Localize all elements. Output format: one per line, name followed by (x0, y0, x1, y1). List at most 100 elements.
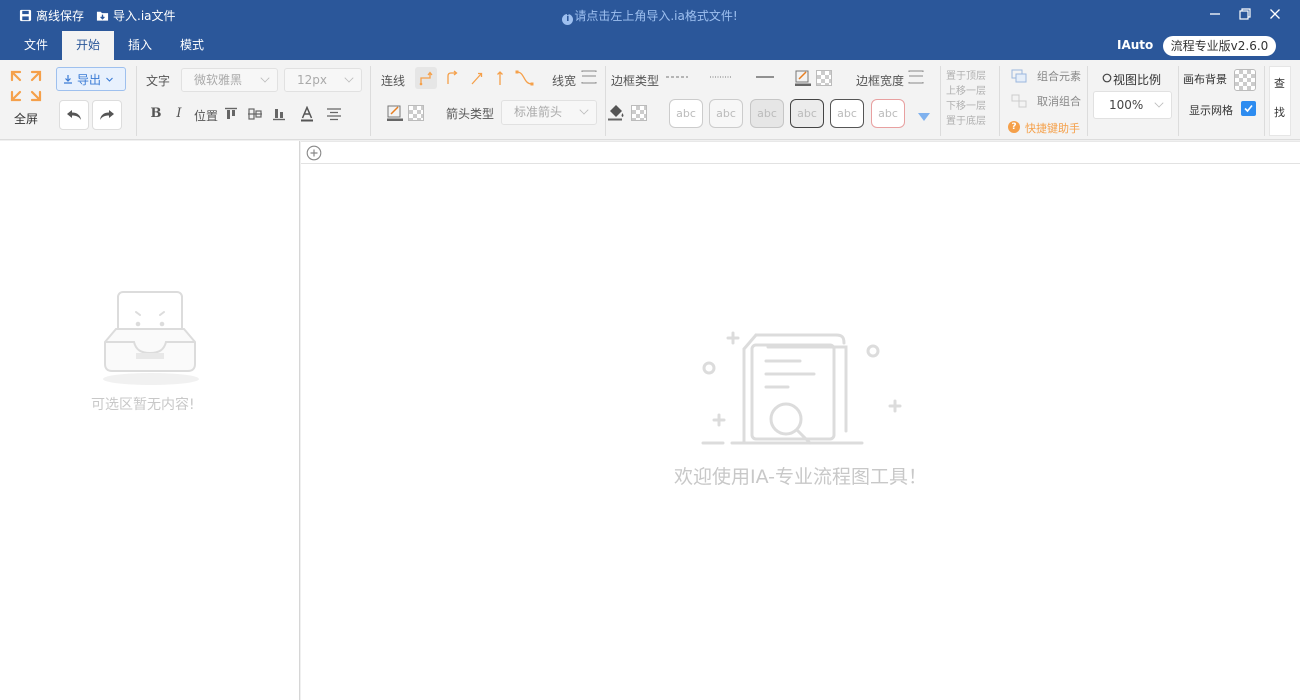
arrow-type-select[interactable]: 标准箭头 (501, 100, 597, 125)
zoom-select[interactable]: 100% (1093, 91, 1172, 119)
border-dotted-icon[interactable] (710, 70, 732, 84)
undo-button[interactable] (59, 100, 89, 130)
version-badge: 流程专业版v2.6.0 (1163, 36, 1276, 56)
style-preset-4[interactable]: abc (790, 99, 824, 128)
brand-name: IAuto (1117, 38, 1154, 52)
ribbon-toolbar: 全屏 导出 文字 微软雅黑 12px B I 位置 连线 线宽 箭头类型 标准箭… (0, 60, 1300, 140)
canvas-tab-bar (301, 141, 1300, 164)
text-align-icon[interactable] (325, 104, 343, 124)
ribbon-divider (136, 66, 137, 136)
welcome-text: 欢迎使用IA-专业流程图工具！ (673, 466, 928, 488)
align-top-icon[interactable] (222, 104, 240, 124)
move-up-button[interactable]: 上移一层 (946, 82, 986, 97)
minimize-icon (1210, 13, 1220, 15)
show-grid-label: 显示网格 (1189, 104, 1233, 117)
menu-bar: 文件 开始 插入 模式 IAuto 流程专业版v2.6.0 (0, 31, 1300, 60)
font-color-icon[interactable] (298, 104, 316, 124)
bold-icon[interactable]: B (148, 104, 164, 122)
chevron-down-icon (260, 73, 270, 83)
font-size-select[interactable]: 12px (284, 68, 362, 92)
redo-button[interactable] (92, 100, 122, 130)
triangle-down-icon (918, 113, 930, 121)
find-button[interactable]: 查 找 (1269, 66, 1291, 136)
shortcut-helper-link[interactable]: 快捷键助手 (1025, 120, 1080, 136)
connector-curve-icon[interactable] (513, 67, 537, 89)
welcome-document-icon (701, 331, 902, 445)
tab-mode[interactable]: 模式 (168, 31, 216, 60)
tab-file[interactable]: 文件 (12, 31, 60, 60)
border-color-swatch[interactable] (816, 70, 832, 86)
font-family-value: 微软雅黑 (194, 73, 243, 87)
find-label-bottom: 找 (1274, 106, 1285, 119)
connector-straight-icon[interactable] (466, 67, 488, 89)
fill-bucket-icon[interactable] (606, 102, 626, 122)
style-preset-6[interactable]: abc (871, 99, 905, 128)
group-icon[interactable] (1010, 68, 1028, 84)
line-label: 连线 (381, 74, 406, 88)
add-circle-icon (306, 145, 322, 161)
align-middle-icon[interactable] (246, 104, 264, 124)
line-color-swatch[interactable] (408, 105, 424, 121)
tab-insert[interactable]: 插入 (116, 31, 164, 60)
download-icon (64, 75, 72, 84)
font-size-value: 12px (297, 73, 327, 87)
undo-icon (67, 110, 81, 120)
connector-vertical-icon[interactable] (489, 67, 511, 89)
fullscreen-label: 全屏 (14, 112, 39, 126)
connector-corner-icon[interactable] (441, 67, 463, 89)
checkmark-icon (1244, 104, 1253, 113)
ribbon-divider (370, 66, 371, 136)
style-preset-3[interactable]: abc (750, 99, 784, 128)
border-solid-icon[interactable] (754, 70, 776, 84)
view-ratio-label: 视图比例 (1113, 73, 1162, 87)
style-preset-1[interactable]: abc (669, 99, 703, 128)
ribbon-divider (1087, 66, 1088, 136)
fullscreen-button[interactable] (8, 68, 44, 104)
redo-icon (100, 110, 114, 120)
border-width-icon[interactable] (907, 68, 925, 86)
restore-button[interactable] (1234, 4, 1256, 24)
arrow-type-label: 箭头类型 (446, 107, 495, 121)
fullscreen-icon (10, 70, 42, 102)
export-label: 导出 (77, 72, 102, 87)
more-styles-button[interactable] (915, 110, 933, 124)
ungroup-label[interactable]: 取消组合 (1037, 93, 1081, 109)
align-bottom-icon[interactable] (270, 104, 288, 124)
bring-to-top-button[interactable]: 置于顶层 (946, 67, 986, 82)
ribbon-divider (1264, 66, 1265, 136)
ungroup-icon[interactable] (1010, 93, 1028, 109)
close-button[interactable] (1264, 4, 1286, 24)
chevron-down-icon (344, 73, 354, 83)
import-notice: i 请点击左上角导入.ia格式文件! (0, 7, 1300, 25)
app-window: 离线保存 导入.ia文件 i 请点击左上角导入.ia格式文件! 文件 开始 插入… (0, 0, 1300, 700)
style-preset-2[interactable]: abc (709, 99, 743, 128)
chevron-down-icon (106, 77, 113, 82)
minimize-button[interactable] (1204, 4, 1226, 24)
line-color-icon[interactable] (385, 103, 405, 123)
connector-elbow-icon[interactable] (415, 67, 437, 89)
fill-color-swatch[interactable] (631, 105, 647, 121)
import-notice-text: 请点击左上角导入.ia格式文件! (574, 9, 738, 23)
show-grid-checkbox[interactable] (1241, 101, 1256, 116)
empty-selection-text: 可选区暂无内容! (91, 397, 195, 413)
ribbon-divider (1178, 66, 1179, 136)
italic-icon[interactable]: I (171, 104, 187, 122)
zoom-icon (1102, 73, 1112, 83)
line-width-icon[interactable] (580, 68, 598, 86)
group-elements-label[interactable]: 组合元素 (1037, 68, 1081, 84)
style-preset-5[interactable]: abc (830, 99, 864, 128)
send-to-bottom-button[interactable]: 置于底层 (946, 112, 986, 127)
find-label-top: 查 (1274, 77, 1285, 90)
tab-start[interactable]: 开始 (62, 31, 114, 60)
ribbon-divider (605, 66, 606, 136)
move-down-button[interactable]: 下移一层 (946, 97, 986, 112)
font-family-select[interactable]: 微软雅黑 (181, 68, 278, 92)
border-color-icon[interactable] (793, 68, 813, 88)
ribbon-divider (999, 66, 1000, 136)
export-button[interactable]: 导出 (56, 67, 126, 91)
empty-box-icon (103, 291, 199, 385)
canvas-background-swatch[interactable] (1234, 69, 1256, 91)
arrow-type-value: 标准箭头 (514, 105, 563, 119)
border-dashed-icon[interactable] (666, 70, 688, 84)
add-page-button[interactable] (306, 145, 322, 161)
